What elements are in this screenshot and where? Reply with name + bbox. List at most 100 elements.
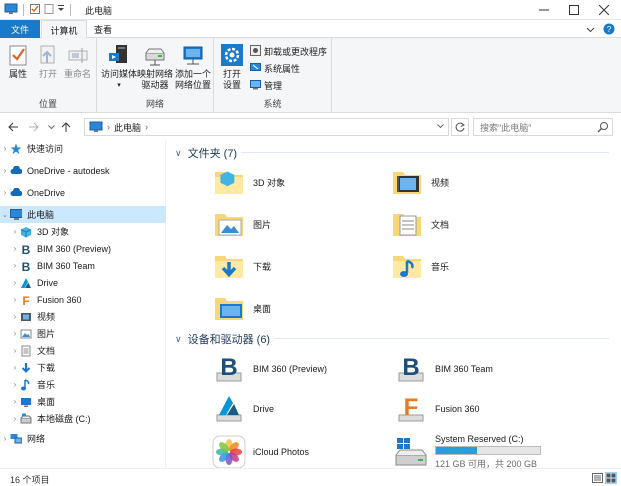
nav-item-videos[interactable]: › 视频	[0, 308, 166, 325]
documents-folder-icon	[20, 345, 32, 357]
device-tile-bim360-preview[interactable]: B BIM 360 (Preview)	[211, 351, 327, 387]
svg-text:B: B	[220, 354, 237, 381]
new-folder-qat-icon[interactable]	[43, 3, 55, 17]
chevron-down-icon[interactable]: ⌄	[0, 210, 10, 219]
chevron-right-icon[interactable]: ›	[10, 329, 20, 338]
open-button[interactable]: 打开	[36, 42, 60, 80]
pictures-folder-icon	[211, 206, 247, 242]
nav-item-bim360-preview[interactable]: › B BIM 360 (Preview)	[0, 240, 166, 257]
arrow-up-icon	[61, 121, 71, 132]
folder-tile-pictures[interactable]: 图片	[211, 206, 271, 242]
close-button[interactable]	[588, 0, 619, 20]
chevron-right-icon[interactable]: ›	[0, 144, 10, 153]
chevron-right-icon[interactable]: ›	[0, 434, 10, 443]
address-bar[interactable]: › 此电脑 ›	[84, 118, 449, 136]
chevron-right-icon[interactable]: ›	[10, 295, 20, 304]
add-location-label-2: 网络位置	[175, 80, 212, 90]
help-icon[interactable]: ?	[603, 23, 615, 37]
recent-locations-button[interactable]	[44, 120, 58, 134]
maximize-button[interactable]	[558, 0, 589, 20]
chevron-right-icon[interactable]: ›	[10, 346, 20, 355]
folder-tile-documents[interactable]: 文档	[389, 206, 449, 242]
nav-label: 本地磁盘 (C:)	[37, 414, 91, 424]
nav-item-fusion360[interactable]: › F Fusion 360	[0, 291, 166, 308]
chevron-right-icon[interactable]: ›	[10, 312, 20, 321]
device-label: BIM 360 Team	[435, 364, 493, 374]
device-tile-bim360-team[interactable]: B BIM 360 Team	[393, 351, 493, 387]
computer-icon	[10, 209, 22, 221]
breadcrumb-this-pc[interactable]: 此电脑	[114, 121, 141, 134]
chevron-down-icon: ∨	[175, 147, 182, 158]
chevron-right-icon[interactable]: ›	[10, 414, 20, 423]
chevron-right-icon[interactable]: ›	[10, 227, 20, 236]
properties-button[interactable]: 属性	[6, 42, 30, 80]
chevron-right-icon[interactable]: ›	[0, 188, 10, 197]
tab-computer[interactable]: 计算机	[41, 20, 87, 39]
nav-item-documents[interactable]: › 文档	[0, 342, 166, 359]
rename-button[interactable]: 重命名	[64, 42, 91, 80]
device-label: iCloud Photos	[253, 447, 310, 457]
nav-item-desktop[interactable]: › 桌面	[0, 393, 166, 410]
qat-dropdown-icon[interactable]	[57, 4, 65, 16]
nav-item-network[interactable]: › 网络	[0, 430, 166, 447]
nav-item-drive[interactable]: › Drive	[0, 274, 166, 291]
device-tile-drive[interactable]: Drive	[211, 391, 274, 427]
folders-section-header[interactable]: ∨ 文件夹 (7)	[175, 145, 237, 161]
access-media-button[interactable]: 访问媒体 ▾	[101, 42, 137, 91]
add-network-location-button[interactable]: 添加一个 网络位置	[175, 42, 211, 91]
folder-tile-downloads[interactable]: 下载	[211, 248, 271, 284]
nav-item-pictures[interactable]: › 图片	[0, 325, 166, 342]
breadcrumb-chevron-icon[interactable]: ›	[107, 122, 110, 132]
chevron-right-icon[interactable]: ›	[10, 244, 20, 253]
open-settings-button[interactable]: 打开 设置	[220, 42, 244, 91]
arrow-left-icon	[7, 122, 18, 132]
tiles-view-icon[interactable]	[605, 472, 617, 484]
chevron-right-icon[interactable]: ›	[10, 278, 20, 287]
folder-tile-videos[interactable]: 视频	[389, 164, 449, 200]
properties-qat-icon[interactable]	[29, 3, 41, 17]
manage-button[interactable]: 管理	[250, 79, 282, 92]
details-view-icon[interactable]	[591, 472, 603, 484]
nav-item-music[interactable]: › 音乐	[0, 376, 166, 393]
nav-item-onedrive[interactable]: › OneDrive	[0, 184, 166, 201]
explorer-icon[interactable]	[4, 3, 18, 17]
nav-item-3d-objects[interactable]: › 3D 对象	[0, 223, 166, 240]
device-tile-icloud-photos[interactable]: iCloud Photos	[211, 434, 309, 470]
nav-label: 快速访问	[27, 144, 64, 154]
forward-button[interactable]	[26, 120, 40, 134]
chevron-right-icon[interactable]: ›	[0, 166, 10, 175]
nav-item-quick-access[interactable]: › 快速访问	[0, 140, 166, 157]
chevron-right-icon[interactable]: ›	[10, 397, 20, 406]
chevron-right-icon[interactable]: ›	[10, 261, 20, 270]
map-network-drive-button[interactable]: 映射网络 驱动器	[137, 42, 173, 91]
nav-item-onedrive-autodesk[interactable]: › OneDrive - autodesk	[0, 162, 166, 179]
folder-tile-3d-objects[interactable]: 3D 对象	[211, 164, 285, 200]
uninstall-button[interactable]: 卸载或更改程序	[250, 45, 327, 58]
nav-item-this-pc[interactable]: ⌄ 此电脑	[0, 206, 166, 223]
nav-item-local-disk-c[interactable]: › 本地磁盘 (C:)	[0, 410, 166, 427]
tab-view[interactable]: 查看	[88, 20, 118, 38]
back-button[interactable]	[6, 120, 20, 134]
chevron-right-icon[interactable]: ›	[10, 380, 20, 389]
device-tile-fusion360[interactable]: F Fusion 360	[393, 391, 480, 427]
chevron-down-icon[interactable]	[586, 25, 595, 35]
search-input[interactable]: 搜索"此电脑"	[473, 118, 613, 136]
nav-item-bim360-team[interactable]: › B BIM 360 Team	[0, 257, 166, 274]
minimize-button[interactable]	[528, 0, 559, 20]
tab-file[interactable]: 文件	[0, 20, 40, 38]
folder-tile-music[interactable]: 音乐	[389, 248, 449, 284]
breadcrumb-chevron-icon[interactable]: ›	[145, 122, 148, 132]
svg-text:?: ?	[607, 25, 612, 34]
system-properties-button[interactable]: 系统属性	[250, 62, 300, 75]
chevron-right-icon[interactable]: ›	[10, 363, 20, 372]
add-location-label-1: 添加一个	[175, 69, 212, 79]
address-history-dropdown[interactable]	[437, 124, 444, 129]
svg-text:F: F	[22, 294, 29, 306]
up-button[interactable]	[59, 120, 73, 134]
refresh-button[interactable]	[451, 118, 469, 136]
nav-label: OneDrive - autodesk	[27, 165, 110, 176]
folder-tile-desktop[interactable]: 桌面	[211, 290, 271, 326]
devices-section-header[interactable]: ∨ 设备和驱动器 (6)	[175, 331, 270, 347]
nav-item-downloads[interactable]: › 下载	[0, 359, 166, 376]
device-tile-system-reserved-c[interactable]: System Reserved (C:) 121 GB 可用，共 200 GB	[393, 434, 541, 470]
